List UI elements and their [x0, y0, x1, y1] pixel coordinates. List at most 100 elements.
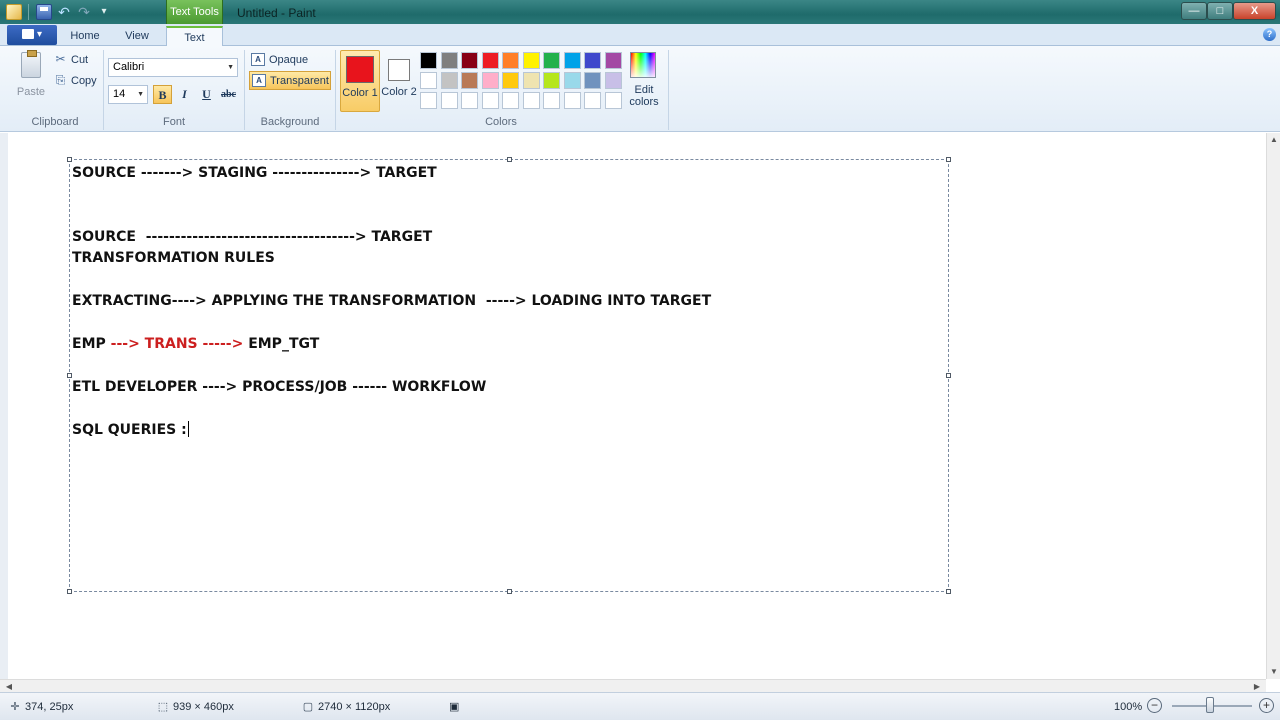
color1-button[interactable]: Color 1 [340, 50, 380, 112]
palette-swatch[interactable] [440, 72, 458, 89]
group-separator [244, 50, 245, 130]
copy-icon: ⎘ [55, 73, 66, 87]
resize-handle[interactable] [946, 589, 951, 594]
palette-swatch[interactable] [420, 72, 437, 89]
text-box[interactable]: SOURCE -------> STAGING --------------->… [67, 157, 951, 594]
palette-swatch[interactable] [604, 52, 622, 69]
palette-swatch[interactable] [584, 52, 601, 69]
italic-button[interactable]: I [175, 85, 194, 104]
ribbon-tab-row: ▾ Home View Text ? [0, 24, 1280, 47]
bold-button[interactable]: B [153, 85, 172, 104]
image-size-value: 2740 × 1120px [318, 701, 391, 713]
help-icon[interactable]: ? [1263, 28, 1276, 41]
maximize-button[interactable]: □ [1207, 2, 1233, 20]
paint-menu-button[interactable]: ▾ [7, 25, 57, 45]
palette-swatch[interactable] [461, 52, 478, 69]
underline-button[interactable]: U [197, 85, 216, 104]
resize-handle[interactable] [67, 589, 72, 594]
resize-handle[interactable] [67, 157, 72, 162]
text-line: ETL DEVELOPER ----> PROCESS/JOB ------ W… [72, 378, 486, 396]
zoom-out-button[interactable]: − [1147, 698, 1162, 713]
text-segment: TRANSFORMATION RULES [72, 250, 275, 266]
window-title: Untitled - Paint [237, 6, 316, 20]
edit-colors-label: Edit colors [629, 84, 659, 108]
resize-handle[interactable] [946, 373, 951, 378]
text-line: SOURCE -------> STAGING --------------->… [72, 164, 437, 182]
font-family-select[interactable]: Calibri ▼ [108, 58, 238, 77]
color1-swatch [346, 56, 374, 83]
tab-text[interactable]: Text [166, 26, 223, 47]
palette-swatch[interactable] [584, 92, 601, 109]
palette-swatch[interactable] [543, 52, 560, 69]
paint-app-icon[interactable] [6, 4, 22, 20]
scroll-down-icon[interactable]: ▼ [1267, 665, 1280, 679]
paste-label: Paste [16, 86, 46, 98]
opaque-button[interactable]: A Opaque [249, 51, 331, 70]
horizontal-scrollbar[interactable]: ◀ ▶ [0, 679, 1266, 692]
text-line: SOURCE ---------------------------------… [72, 228, 432, 246]
transparent-button[interactable]: A Transparent [249, 71, 331, 90]
palette-swatch[interactable] [481, 92, 499, 109]
minimize-button[interactable]: — [1181, 2, 1207, 20]
palette-swatch[interactable] [461, 92, 478, 109]
palette-swatch[interactable] [461, 72, 478, 89]
selection-size: ⬚ 939 × 460px [156, 699, 234, 715]
ribbon: Paste ✂ Cut ⎘ Copy Clipboard Calibri ▼ 1… [0, 46, 1280, 132]
color2-label: Color 2 [381, 86, 417, 98]
palette-swatch[interactable] [543, 92, 560, 109]
palette-swatch[interactable] [502, 52, 519, 69]
resize-handle[interactable] [946, 157, 951, 162]
palette-swatch[interactable] [563, 52, 581, 69]
palette-swatch[interactable] [563, 92, 581, 109]
resize-handle[interactable] [507, 157, 512, 162]
palette-swatch[interactable] [420, 52, 437, 69]
font-size-value: 14 [113, 88, 126, 100]
tab-view[interactable]: View [114, 26, 160, 46]
redo-icon[interactable]: ↷ [76, 4, 92, 20]
palette-swatch[interactable] [440, 92, 458, 109]
palette-swatch[interactable] [604, 72, 622, 89]
transparent-icon: A [252, 74, 266, 87]
zoom-level: 100% [1114, 701, 1143, 713]
color2-button[interactable]: Color 2 [381, 50, 417, 112]
palette-swatch[interactable] [543, 72, 560, 89]
save-icon[interactable] [36, 4, 52, 20]
selection-icon: ⬚ [157, 701, 169, 713]
palette-swatch[interactable] [522, 52, 540, 69]
palette-swatch[interactable] [584, 72, 601, 89]
palette-swatch[interactable] [522, 72, 540, 89]
tab-home[interactable]: Home [62, 26, 108, 46]
palette-swatch[interactable] [563, 72, 581, 89]
group-separator [668, 50, 669, 130]
palette-swatch[interactable] [481, 72, 499, 89]
palette-swatch[interactable] [502, 92, 519, 109]
scroll-up-icon[interactable]: ▲ [1267, 133, 1280, 147]
text-line: EMP ---> TRANS -----> EMP_TGT [72, 335, 319, 353]
palette-swatch[interactable] [502, 72, 519, 89]
resize-handle[interactable] [507, 589, 512, 594]
palette-swatch[interactable] [604, 92, 622, 109]
zoom-slider-thumb[interactable] [1206, 697, 1214, 713]
edit-colors-button[interactable]: Edit colors [627, 52, 661, 112]
palette-swatch[interactable] [481, 52, 499, 69]
cut-button[interactable]: ✂ Cut [54, 51, 104, 69]
undo-icon[interactable]: ↶ [56, 4, 72, 20]
background-group-label: Background [260, 116, 320, 128]
customize-dropdown-icon[interactable]: ▾ [96, 4, 112, 20]
font-size-select[interactable]: 14 ▼ [108, 85, 148, 104]
palette-swatch[interactable] [522, 92, 540, 109]
color2-swatch [388, 59, 410, 81]
paste-button[interactable]: Paste [14, 50, 48, 102]
vertical-scrollbar[interactable]: ▲ ▼ [1266, 133, 1280, 679]
zoom-in-button[interactable]: + [1259, 698, 1274, 713]
copy-button[interactable]: ⎘ Copy [54, 72, 104, 90]
cursor-position: ✛ 374, 25px [8, 699, 73, 715]
palette-swatch[interactable] [420, 92, 437, 109]
status-bar: ✛ 374, 25px ⬚ 939 × 460px ▢ 2740 × 1120px ▣… [0, 692, 1280, 720]
drawing-canvas[interactable]: SOURCE -------> STAGING --------------->… [0, 133, 1266, 679]
font-group-label: Font [162, 116, 185, 128]
selection-size-value: 939 × 460px [173, 701, 234, 713]
palette-swatch[interactable] [440, 52, 458, 69]
strikethrough-button[interactable]: abc [219, 85, 238, 104]
close-button[interactable]: X [1233, 2, 1276, 20]
